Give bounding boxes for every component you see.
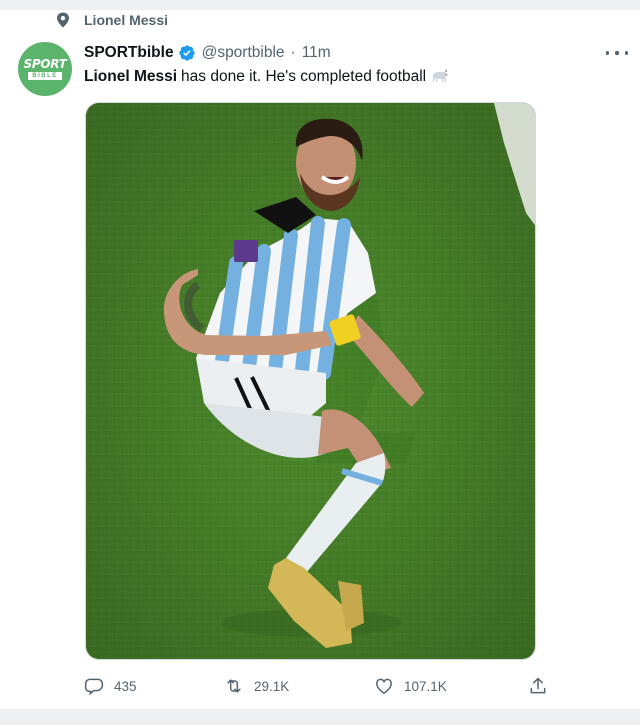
tweet-time[interactable]: 11m: [302, 44, 331, 62]
tweet-actions: 435 29.1K 107.1K: [84, 674, 554, 698]
retweet-icon: [227, 679, 241, 693]
avatar[interactable]: SPORT BIBLE: [18, 42, 72, 96]
author-name[interactable]: SPORTbible: [84, 44, 174, 62]
meta-separator: ·: [290, 44, 296, 61]
retweet-count: 29.1K: [254, 678, 290, 694]
goat-icon: [432, 69, 449, 82]
tweet-body: has done it. He's completed football: [181, 68, 427, 85]
retweet-button[interactable]: 29.1K: [224, 674, 289, 698]
tweet-photo[interactable]: [85, 102, 536, 660]
reply-count: 435: [114, 678, 137, 694]
avatar-text-line2: BIBLE: [28, 72, 62, 80]
reply-button[interactable]: 435: [84, 674, 137, 698]
tweet-header: SPORTbible @sportbible · 11m: [84, 42, 331, 64]
more-options-icon[interactable]: [606, 44, 628, 62]
share-icon: [530, 677, 546, 694]
verified-badge-icon: [178, 45, 195, 61]
like-button[interactable]: 107.1K: [374, 674, 447, 698]
reply-icon: [84, 678, 104, 696]
like-count: 107.1K: [404, 678, 447, 694]
player-photo: [86, 103, 535, 659]
author-handle[interactable]: @sportbible: [202, 44, 285, 62]
avatar-text-line1: SPORT: [23, 57, 67, 71]
social-context: Lionel Messi: [56, 10, 168, 30]
pin-icon: [57, 12, 69, 28]
share-button[interactable]: [528, 674, 548, 698]
tweet-text: Lionel Messi has done it. He's completed…: [84, 66, 450, 88]
context-label[interactable]: Lionel Messi: [84, 12, 168, 28]
heart-icon: [376, 678, 392, 694]
tweet-mention[interactable]: Lionel Messi: [84, 68, 177, 86]
